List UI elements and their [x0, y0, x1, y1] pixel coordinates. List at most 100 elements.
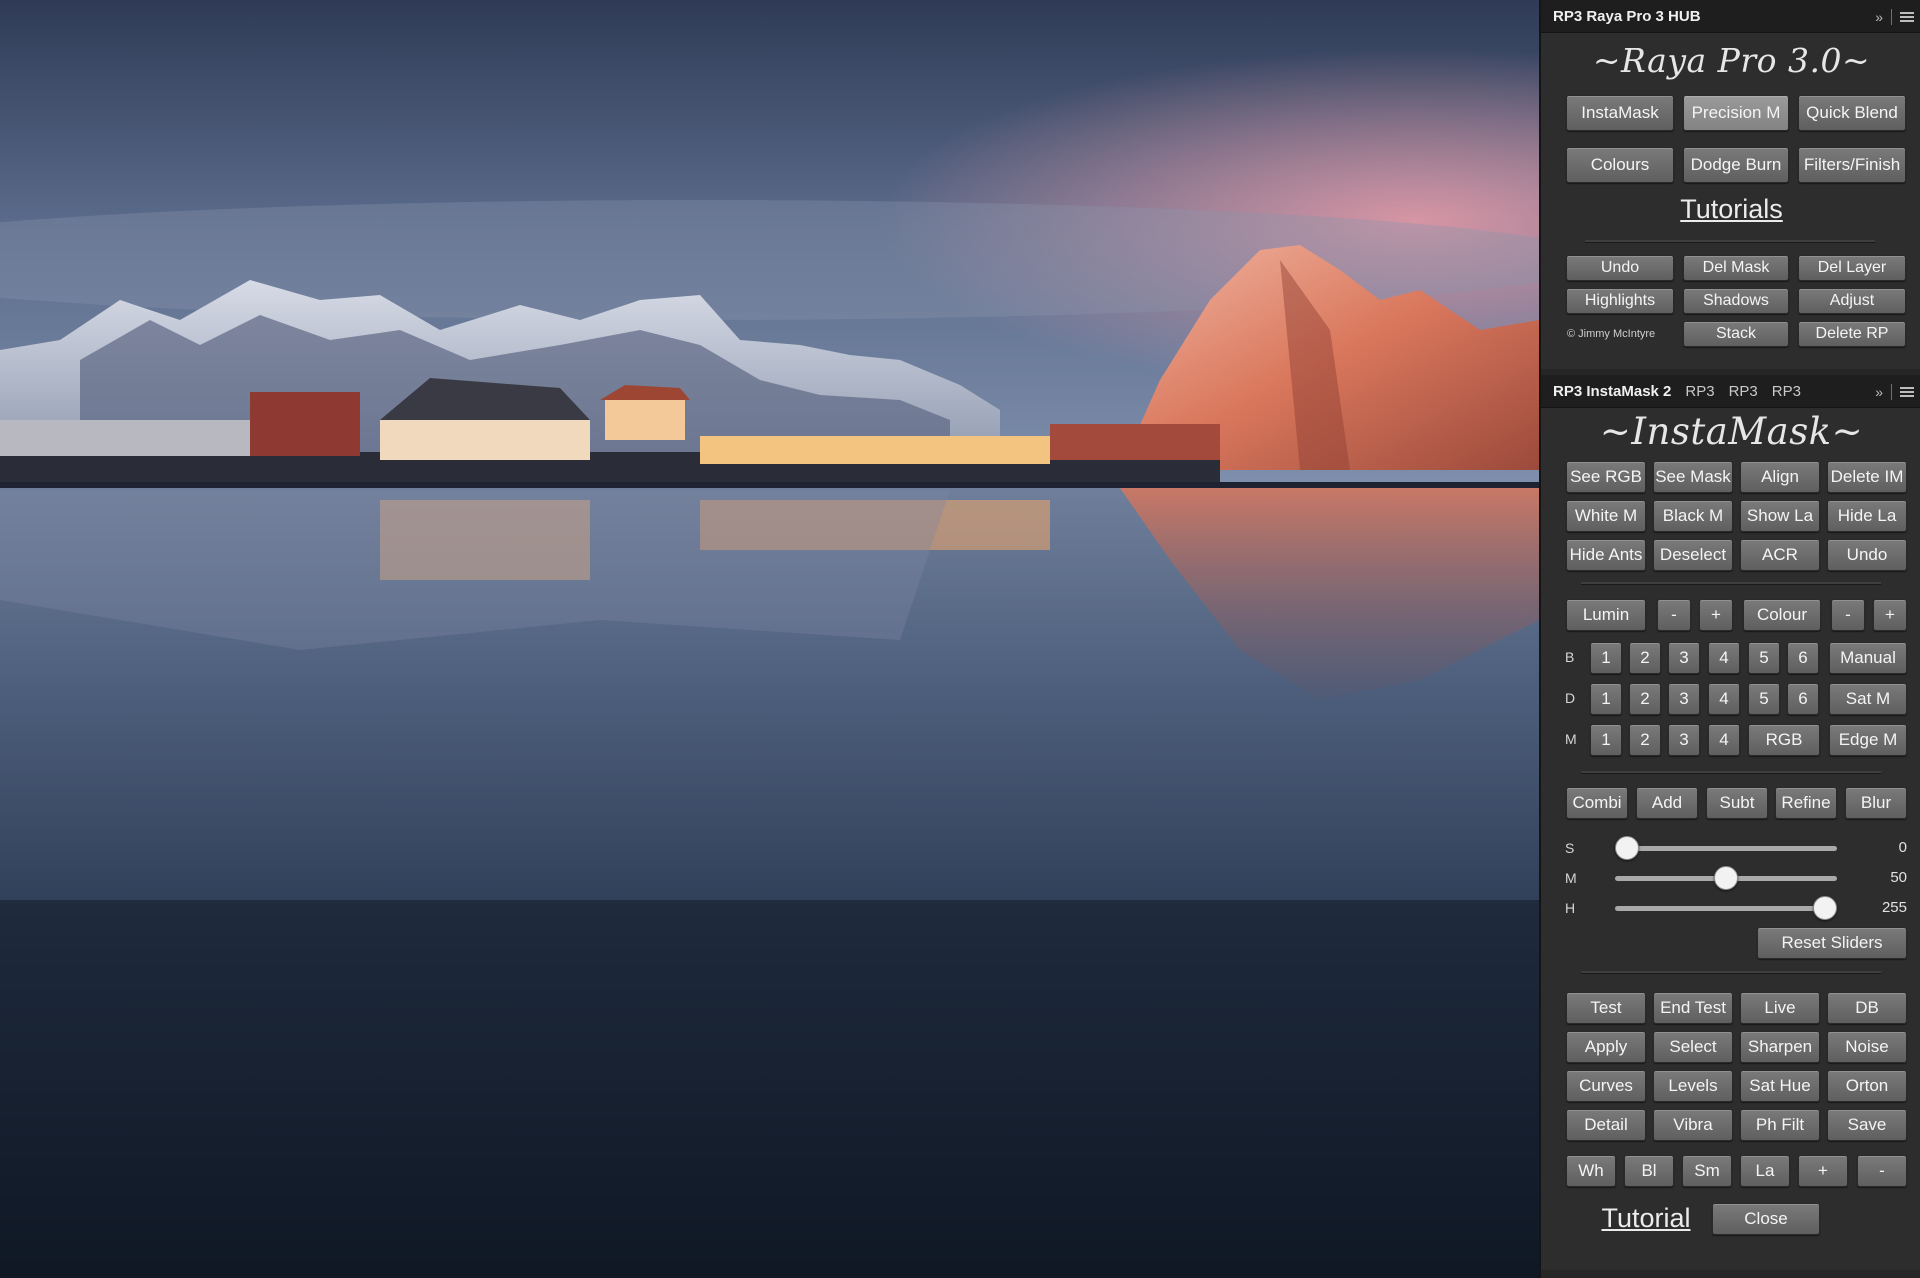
sat-hue-button[interactable]: Sat Hue	[1740, 1070, 1820, 1102]
brights-6-button[interactable]: 6	[1787, 642, 1819, 674]
smooth-button[interactable]: Sm	[1682, 1155, 1732, 1187]
tab-instamask[interactable]: RP3 InstaMask 2	[1553, 383, 1671, 400]
refine-button[interactable]: Refine	[1775, 787, 1837, 819]
sharpen-button[interactable]: Sharpen	[1740, 1031, 1820, 1063]
lumin-plus-button[interactable]: +	[1699, 599, 1733, 631]
slider-thumb[interactable]	[1714, 866, 1738, 890]
delete-im-button[interactable]: Delete IM	[1827, 461, 1907, 493]
black-mask-button[interactable]: Black M	[1653, 500, 1733, 532]
detail-button[interactable]: Detail	[1566, 1109, 1646, 1141]
brights-1-button[interactable]: 1	[1590, 642, 1622, 674]
see-mask-button[interactable]: See Mask	[1653, 461, 1733, 493]
db-button[interactable]: DB	[1827, 992, 1907, 1024]
live-button[interactable]: Live	[1740, 992, 1820, 1024]
white-mask-button[interactable]: White M	[1566, 500, 1646, 532]
align-button[interactable]: Align	[1740, 461, 1820, 493]
lumin-minus-button[interactable]: -	[1657, 599, 1691, 631]
white-button[interactable]: Wh	[1566, 1155, 1616, 1187]
manual-button[interactable]: Manual	[1829, 642, 1907, 674]
add-button[interactable]: Add	[1636, 787, 1698, 819]
hide-layer-button[interactable]: Hide La	[1827, 500, 1907, 532]
highlights-button[interactable]: Highlights	[1566, 288, 1674, 314]
delete-rp-button[interactable]: Delete RP	[1798, 321, 1906, 347]
close-button[interactable]: Close	[1712, 1203, 1820, 1235]
bottom-minus-button[interactable]: -	[1857, 1155, 1907, 1187]
hide-ants-button[interactable]: Hide Ants	[1566, 539, 1646, 571]
colour-plus-button[interactable]: +	[1873, 599, 1907, 631]
acr-button[interactable]: ACR	[1740, 539, 1820, 571]
subtract-button[interactable]: Subt	[1706, 787, 1768, 819]
tab-raya-pro-hub[interactable]: RP3 Raya Pro 3 HUB	[1553, 8, 1701, 25]
slider-track[interactable]	[1615, 846, 1837, 851]
instamask-tabbar: RP3 InstaMask 2 RP3 RP3 RP3 »	[1541, 375, 1920, 408]
end-test-button[interactable]: End Test	[1653, 992, 1733, 1024]
panel-menu-icon[interactable]	[1900, 11, 1914, 22]
sat-mask-button[interactable]: Sat M	[1829, 683, 1907, 715]
midtones-3-button[interactable]: 3	[1668, 724, 1700, 756]
darks-label: D	[1565, 690, 1576, 706]
undo-im-button[interactable]: Undo	[1827, 539, 1907, 571]
colour-minus-button[interactable]: -	[1831, 599, 1865, 631]
vibrance-button[interactable]: Vibra	[1653, 1109, 1733, 1141]
midtones-4-button[interactable]: 4	[1708, 724, 1740, 756]
tutorials-link[interactable]: Tutorials	[1541, 194, 1920, 225]
darks-4-button[interactable]: 4	[1708, 683, 1740, 715]
undo-button[interactable]: Undo	[1566, 255, 1674, 281]
darks-2-button[interactable]: 2	[1629, 683, 1661, 715]
test-button[interactable]: Test	[1566, 992, 1646, 1024]
darks-1-button[interactable]: 1	[1590, 683, 1622, 715]
brights-2-button[interactable]: 2	[1629, 642, 1661, 674]
reset-sliders-button[interactable]: Reset Sliders	[1757, 927, 1907, 959]
midtones-2-button[interactable]: 2	[1629, 724, 1661, 756]
brights-4-button[interactable]: 4	[1708, 642, 1740, 674]
black-button[interactable]: Bl	[1624, 1155, 1674, 1187]
colour-button[interactable]: Colour	[1743, 599, 1821, 631]
precision-mask-button[interactable]: Precision M	[1683, 95, 1789, 131]
see-rgb-button[interactable]: See RGB	[1566, 461, 1646, 493]
deselect-button[interactable]: Deselect	[1653, 539, 1733, 571]
apply-button[interactable]: Apply	[1566, 1031, 1646, 1063]
double-chevron-icon[interactable]: »	[1875, 9, 1883, 25]
tab-rp3-b[interactable]: RP3	[1729, 383, 1758, 400]
midtones-1-button[interactable]: 1	[1590, 724, 1622, 756]
shadows-button[interactable]: Shadows	[1683, 288, 1789, 314]
panel-menu-icon[interactable]	[1900, 386, 1914, 397]
slider-track[interactable]	[1615, 906, 1837, 911]
quick-blend-button[interactable]: Quick Blend	[1798, 95, 1906, 131]
noise-button[interactable]: Noise	[1827, 1031, 1907, 1063]
tab-rp3-a[interactable]: RP3	[1685, 383, 1714, 400]
tab-rp3-c[interactable]: RP3	[1772, 383, 1801, 400]
dodge-burn-button[interactable]: Dodge Burn	[1683, 147, 1789, 183]
adjust-button[interactable]: Adjust	[1798, 288, 1906, 314]
darks-5-button[interactable]: 5	[1748, 683, 1780, 715]
del-layer-button[interactable]: Del Layer	[1798, 255, 1906, 281]
brights-5-button[interactable]: 5	[1748, 642, 1780, 674]
edge-mask-button[interactable]: Edge M	[1829, 724, 1907, 756]
instamask-button[interactable]: InstaMask	[1566, 95, 1674, 131]
photo-filter-button[interactable]: Ph Filt	[1740, 1109, 1820, 1141]
filters-finish-button[interactable]: Filters/Finish	[1798, 147, 1906, 183]
rgb-button[interactable]: RGB	[1748, 724, 1820, 756]
curves-button[interactable]: Curves	[1566, 1070, 1646, 1102]
bottom-plus-button[interactable]: +	[1798, 1155, 1848, 1187]
combi-button[interactable]: Combi	[1566, 787, 1628, 819]
tutorial-link[interactable]: Tutorial	[1581, 1203, 1711, 1234]
save-button[interactable]: Save	[1827, 1109, 1907, 1141]
stack-button[interactable]: Stack	[1683, 321, 1789, 347]
slider-thumb[interactable]	[1813, 896, 1837, 920]
orton-button[interactable]: Orton	[1827, 1070, 1907, 1102]
brights-3-button[interactable]: 3	[1668, 642, 1700, 674]
levels-button[interactable]: Levels	[1653, 1070, 1733, 1102]
select-button[interactable]: Select	[1653, 1031, 1733, 1063]
instamask-title: ~InstaMask~	[1599, 410, 1864, 453]
darks-6-button[interactable]: 6	[1787, 683, 1819, 715]
del-mask-button[interactable]: Del Mask	[1683, 255, 1789, 281]
lumin-button[interactable]: Lumin	[1566, 599, 1646, 631]
blur-button[interactable]: Blur	[1845, 787, 1907, 819]
slider-thumb[interactable]	[1615, 836, 1639, 860]
layer-button[interactable]: La	[1740, 1155, 1790, 1187]
show-layer-button[interactable]: Show La	[1740, 500, 1820, 532]
colours-button[interactable]: Colours	[1566, 147, 1674, 183]
double-chevron-icon[interactable]: »	[1875, 384, 1883, 400]
darks-3-button[interactable]: 3	[1668, 683, 1700, 715]
